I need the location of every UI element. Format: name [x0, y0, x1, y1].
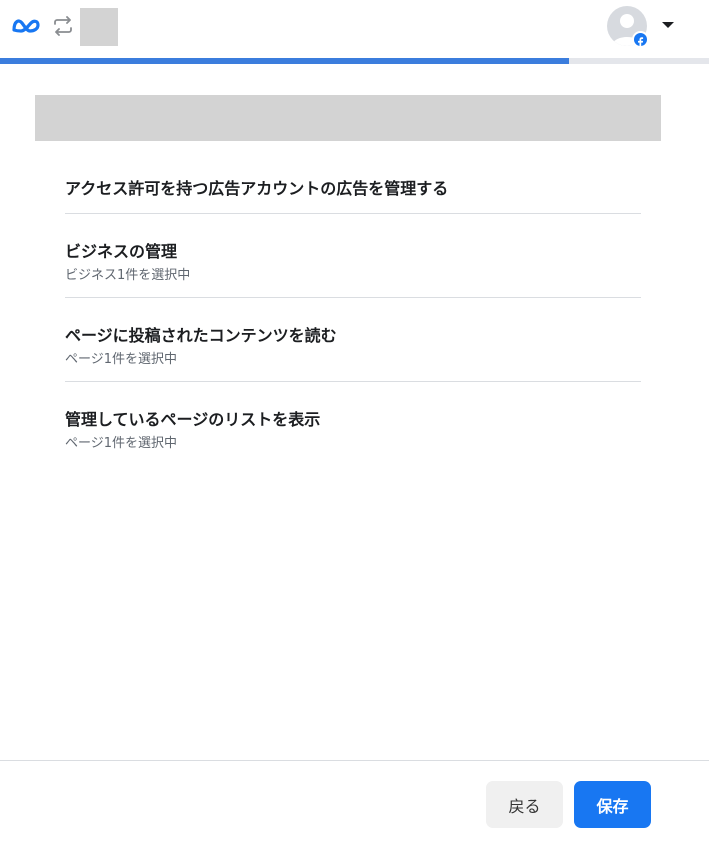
swap-arrows-icon: [54, 16, 72, 36]
permission-subtitle: ビジネス1件を選択中: [65, 268, 191, 283]
avatar[interactable]: [607, 6, 649, 48]
permission-title: アクセス許可を持つ広告アカウントの広告を管理する: [65, 179, 449, 198]
permission-title: 管理しているページのリストを表示: [65, 410, 321, 429]
caret-down-icon[interactable]: [661, 18, 675, 32]
permission-title: ビジネスの管理: [65, 242, 178, 261]
footer-divider: [0, 760, 709, 761]
header: [0, 0, 709, 58]
permission-subtitle: ページ1件を選択中: [65, 352, 178, 367]
save-button[interactable]: 保存: [574, 781, 651, 828]
facebook-badge-icon: [632, 31, 649, 48]
permission-item-pages-read-engagement[interactable]: ページに投稿されたコンテンツを読む ページ1件を選択中: [65, 298, 641, 382]
app-placeholder-icon: [80, 8, 118, 46]
back-button[interactable]: 戻る: [486, 781, 563, 828]
permission-title: ページに投稿されたコンテンツを読む: [65, 326, 337, 345]
banner-placeholder: [35, 95, 661, 141]
page: アクセス許可を持つ広告アカウントの広告を管理する ビジネスの管理 ビジネス1件を…: [0, 0, 709, 856]
permission-subtitle: ページ1件を選択中: [65, 436, 178, 451]
meta-logo-icon[interactable]: [10, 15, 42, 37]
permission-item-business-management[interactable]: ビジネスの管理 ビジネス1件を選択中: [65, 214, 641, 298]
progress-bar-fill: [0, 58, 570, 64]
progress-bar: [0, 58, 709, 64]
permission-list: アクセス許可を持つ広告アカウントの広告を管理する ビジネスの管理 ビジネス1件を…: [65, 164, 641, 466]
permission-item-pages-show-list[interactable]: 管理しているページのリストを表示 ページ1件を選択中: [65, 382, 641, 466]
permission-item-ads-management[interactable]: アクセス許可を持つ広告アカウントの広告を管理する: [65, 164, 641, 214]
